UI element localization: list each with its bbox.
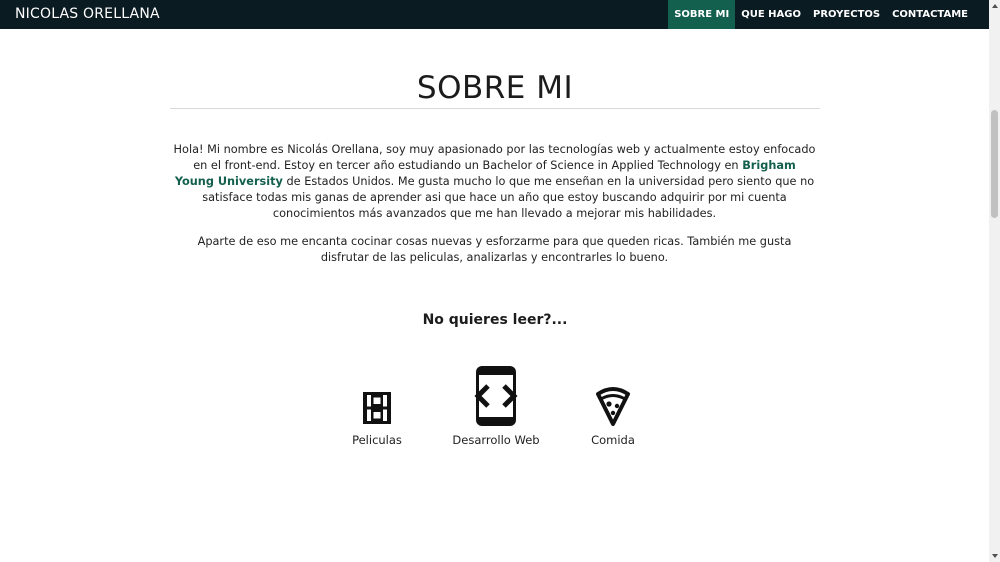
summary-subtitle: No quieres leer?... bbox=[422, 312, 568, 328]
about-text-1b: de Estados Unidos. Me gusta mucho lo que… bbox=[202, 175, 815, 220]
feature-label-comida: Comida bbox=[591, 433, 635, 447]
nav-link-sobre-mi[interactable]: SOBRE MI bbox=[668, 0, 736, 29]
film-icon bbox=[363, 392, 391, 424]
feature-label-desarrollo-web: Desarrollo Web bbox=[452, 433, 540, 447]
navbar: NICOLAS ORELLANA SOBRE MI QUE HAGO PROYE… bbox=[0, 0, 989, 29]
about-paragraph-2: Aparte de eso me encanta cocinar cosas n… bbox=[197, 235, 792, 264]
pizza-icon bbox=[596, 387, 630, 426]
scroll-thumb[interactable] bbox=[991, 110, 998, 218]
feature-peliculas: Peliculas bbox=[317, 362, 437, 447]
nav-link-que-hago[interactable]: QUE HAGO bbox=[735, 0, 807, 29]
feature-comida: Comida bbox=[553, 362, 673, 447]
scroll-down-arrow-icon[interactable] bbox=[992, 554, 998, 558]
feature-desarrollo-web: Desarrollo Web bbox=[436, 362, 556, 447]
nav-link-contactame[interactable]: CONTACTAME bbox=[886, 0, 974, 29]
nav-links: SOBRE MI QUE HAGO PROYECTOS CONTACTAME bbox=[668, 0, 974, 29]
section-title: SOBRE MI bbox=[416, 70, 574, 106]
brand-name[interactable]: NICOLAS ORELLANA bbox=[15, 6, 160, 22]
about-text-1a: Hola! Mi nombre es Nicolás Orellana, soy… bbox=[173, 143, 816, 172]
feature-label-peliculas: Peliculas bbox=[352, 433, 402, 447]
nav-link-proyectos[interactable]: PROYECTOS bbox=[807, 0, 886, 29]
scroll-up-arrow-icon[interactable] bbox=[992, 4, 998, 8]
about-paragraph-1: Hola! Mi nombre es Nicolás Orellana, soy… bbox=[172, 142, 817, 222]
vertical-scrollbar[interactable] bbox=[989, 0, 1000, 562]
mobile-code-icon bbox=[474, 366, 518, 426]
title-divider bbox=[170, 108, 820, 109]
